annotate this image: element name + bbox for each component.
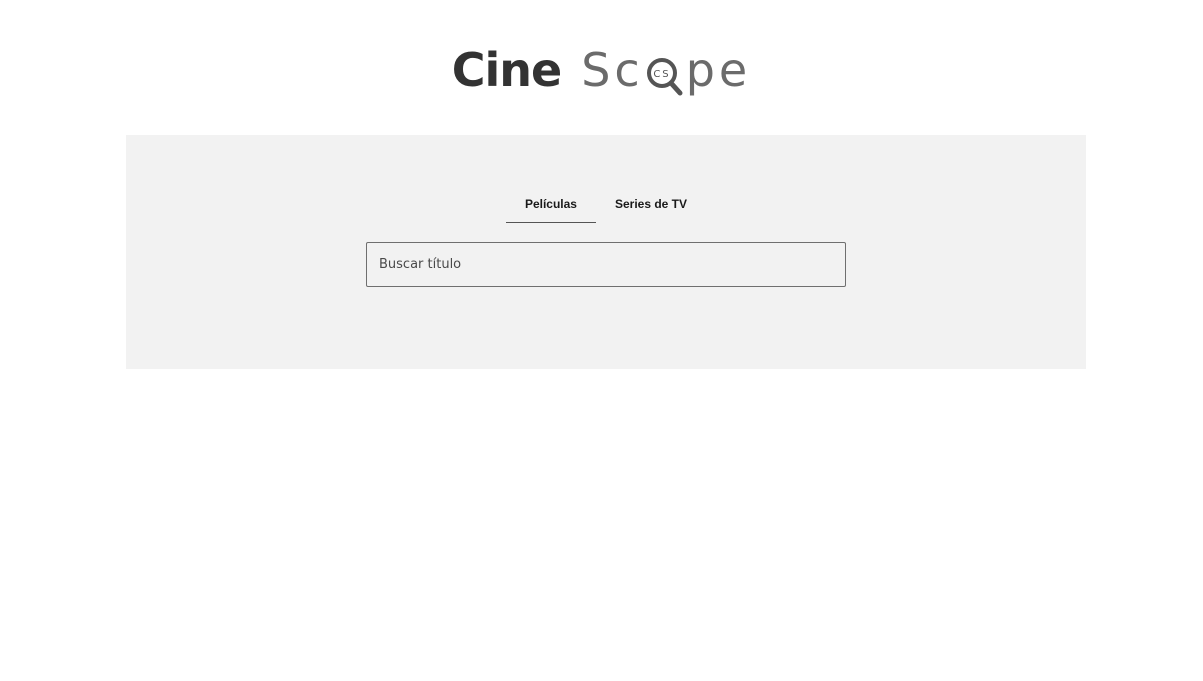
search-box <box>366 242 846 287</box>
tab-series-tv[interactable]: Series de TV <box>596 185 706 223</box>
logo-scope-end: pe <box>685 43 752 97</box>
logo-word-cine: Cine <box>451 43 562 97</box>
logo-scope-start: Sc <box>581 43 644 97</box>
search-panel: Películas Series de TV <box>126 135 1086 369</box>
magnifier-text: CS <box>653 69 670 80</box>
media-type-tabs: Películas Series de TV <box>126 185 1086 223</box>
search-input[interactable] <box>367 243 845 286</box>
tab-peliculas[interactable]: Películas <box>505 185 596 223</box>
site-logo[interactable]: Cine Sc CS pe <box>0 40 1203 100</box>
magnifier-icon: CS <box>646 54 684 96</box>
logo-word-scope: Sc CS pe <box>581 43 751 97</box>
